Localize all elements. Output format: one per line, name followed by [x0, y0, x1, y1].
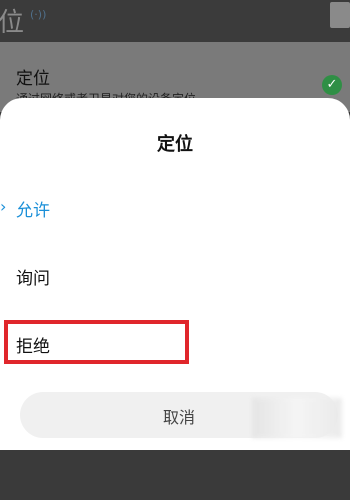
background-corner-icon — [330, 2, 350, 28]
background-title: 位 — [0, 8, 25, 38]
option-ask[interactable]: 询问 — [0, 256, 350, 296]
check-circle-icon: ✓ — [322, 75, 342, 95]
speaker-icon: (·)) — [30, 8, 47, 21]
option-allow[interactable]: › 允许 — [0, 188, 350, 228]
location-permission-dialog: 定位 › 允许 询问 拒绝 取消 — [0, 98, 350, 450]
background-bottom — [0, 450, 350, 500]
option-allow-label: 允许 — [16, 201, 50, 221]
highlight-box — [4, 320, 189, 364]
dialog-title: 定位 — [157, 134, 193, 155]
chevron-right-icon: › — [0, 197, 7, 216]
background-row-title: 定位 — [16, 69, 50, 89]
option-ask-label: 询问 — [16, 269, 50, 289]
background-header: 位 (·)) — [0, 0, 350, 42]
blurred-watermark — [252, 398, 342, 438]
